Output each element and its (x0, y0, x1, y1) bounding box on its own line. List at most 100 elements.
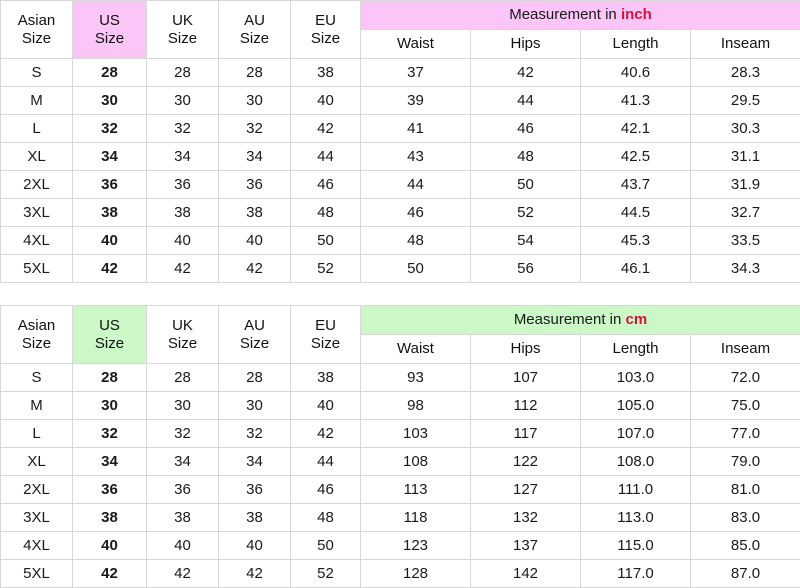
cell-uk-size: 42 (147, 255, 219, 283)
table-row: XL34343444108122108.079.0 (1, 448, 800, 476)
cell-us-size: 36 (73, 171, 147, 199)
cell-eu-size: 44 (291, 143, 361, 171)
cell-us-size: 30 (73, 87, 147, 115)
cell-asian-size: 5XL (1, 255, 73, 283)
table-row: M3030304098112105.075.0 (1, 392, 800, 420)
table-row: 5XL42424252128142117.087.0 (1, 560, 800, 588)
cell-us-size: 42 (73, 560, 147, 588)
header-eu-size-line2: Size (291, 335, 360, 352)
cell-waist: 123 (361, 532, 471, 560)
cell-length: 42.1 (581, 115, 691, 143)
cell-eu-size: 38 (291, 364, 361, 392)
cell-uk-size: 34 (147, 448, 219, 476)
measurement-title-prefix-inch: Measurement in (509, 6, 621, 23)
cell-au-size: 30 (219, 87, 291, 115)
cell-us-size: 30 (73, 392, 147, 420)
cell-uk-size: 30 (147, 392, 219, 420)
cell-asian-size: 4XL (1, 532, 73, 560)
cell-eu-size: 40 (291, 87, 361, 115)
cell-eu-size: 50 (291, 532, 361, 560)
cell-waist: 39 (361, 87, 471, 115)
cell-asian-size: XL (1, 143, 73, 171)
header-asian-size: Asian Size (1, 306, 73, 364)
cell-asian-size: L (1, 420, 73, 448)
header-asian-size-line2: Size (1, 30, 72, 47)
cell-eu-size: 46 (291, 171, 361, 199)
cell-uk-size: 32 (147, 420, 219, 448)
cell-length: 113.0 (581, 504, 691, 532)
cell-waist: 48 (361, 227, 471, 255)
cell-us-size: 40 (73, 532, 147, 560)
table-row: 2XL36363646113127111.081.0 (1, 476, 800, 504)
cell-length: 115.0 (581, 532, 691, 560)
header-us-size-line2: Size (73, 335, 146, 352)
cell-length: 42.5 (581, 143, 691, 171)
cell-length: 41.3 (581, 87, 691, 115)
cell-uk-size: 38 (147, 504, 219, 532)
cell-waist: 108 (361, 448, 471, 476)
header-au-size-line1: AU (219, 12, 290, 29)
cell-asian-size: 2XL (1, 171, 73, 199)
cell-uk-size: 30 (147, 87, 219, 115)
size-table-inch: Asian Size US Size UK Size AU Size EU (0, 0, 800, 283)
header-us-size-line2: Size (73, 30, 146, 47)
cell-au-size: 38 (219, 199, 291, 227)
cell-au-size: 32 (219, 420, 291, 448)
cell-au-size: 40 (219, 532, 291, 560)
cell-au-size: 28 (219, 59, 291, 87)
cell-inseam: 85.0 (691, 532, 800, 560)
measurement-unit-cm: cm (626, 311, 648, 328)
cell-asian-size: S (1, 59, 73, 87)
table-row: 2XL36363646445043.731.9 (1, 171, 800, 199)
cell-waist: 93 (361, 364, 471, 392)
cell-inseam: 31.1 (691, 143, 800, 171)
cell-waist: 43 (361, 143, 471, 171)
header-eu-size-line2: Size (291, 30, 360, 47)
cell-asian-size: 5XL (1, 560, 73, 588)
cell-us-size: 36 (73, 476, 147, 504)
cell-us-size: 28 (73, 364, 147, 392)
measurement-unit-inch: inch (621, 6, 652, 23)
cell-inseam: 34.3 (691, 255, 800, 283)
cell-uk-size: 40 (147, 532, 219, 560)
cell-au-size: 40 (219, 227, 291, 255)
header-inseam-inch: Inseam (691, 30, 800, 59)
header-us-size-line1: US (73, 12, 146, 29)
size-chart-stack: Asian Size US Size UK Size AU Size EU (0, 0, 800, 588)
cell-eu-size: 42 (291, 115, 361, 143)
cell-inseam: 28.3 (691, 59, 800, 87)
cell-us-size: 34 (73, 448, 147, 476)
header-us-size-line1: US (73, 317, 146, 334)
header-asian-size-line2: Size (1, 335, 72, 352)
cell-au-size: 28 (219, 364, 291, 392)
header-inseam-cm: Inseam (691, 335, 800, 364)
cell-eu-size: 40 (291, 392, 361, 420)
header-us-size: US Size (73, 306, 147, 364)
cell-eu-size: 48 (291, 199, 361, 227)
header-waist-inch: Waist (361, 30, 471, 59)
cell-hips: 132 (471, 504, 581, 532)
cell-length: 40.6 (581, 59, 691, 87)
table-row: 5XL42424252505646.134.3 (1, 255, 800, 283)
cell-us-size: 28 (73, 59, 147, 87)
cell-inseam: 83.0 (691, 504, 800, 532)
table-header-inch: Asian Size US Size UK Size AU Size EU (1, 1, 800, 59)
cell-length: 107.0 (581, 420, 691, 448)
cell-uk-size: 28 (147, 59, 219, 87)
table-row: S2828283893107103.072.0 (1, 364, 800, 392)
cell-inseam: 75.0 (691, 392, 800, 420)
cell-hips: 137 (471, 532, 581, 560)
header-measurement-title-cm: Measurement in cm (361, 306, 800, 335)
cell-hips: 52 (471, 199, 581, 227)
header-measurement-title-inch: Measurement in inch (361, 1, 800, 30)
cell-eu-size: 42 (291, 420, 361, 448)
header-au-size: AU Size (219, 306, 291, 364)
header-length-cm: Length (581, 335, 691, 364)
table-row: XL34343444434842.531.1 (1, 143, 800, 171)
cell-hips: 50 (471, 171, 581, 199)
cell-eu-size: 44 (291, 448, 361, 476)
cell-us-size: 38 (73, 199, 147, 227)
cell-inseam: 72.0 (691, 364, 800, 392)
cell-asian-size: 3XL (1, 504, 73, 532)
cell-us-size: 40 (73, 227, 147, 255)
